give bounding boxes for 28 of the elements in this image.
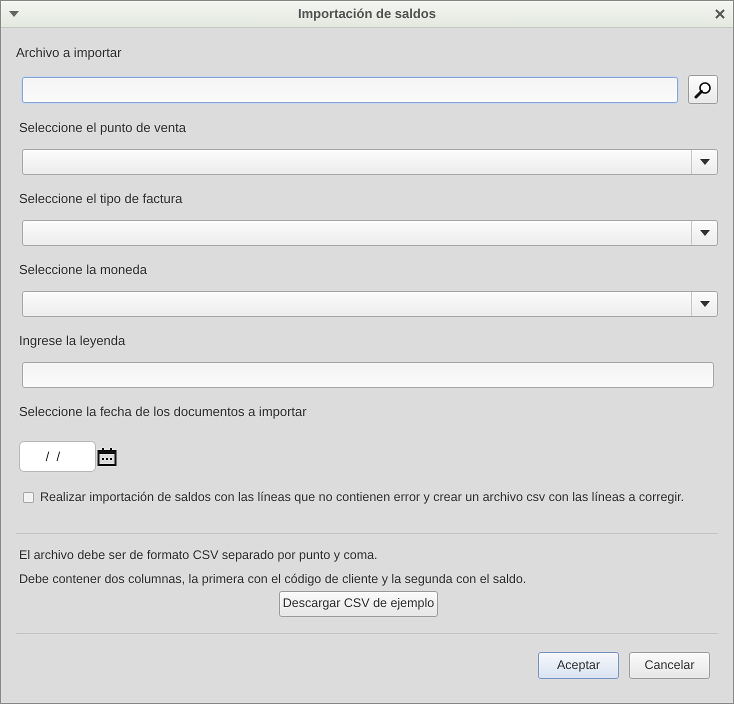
search-icon <box>694 80 712 98</box>
file-path-field[interactable] <box>22 76 678 102</box>
checkbox-label: Realizar importación de saldos con las líneas que no contienen error y crear un archivo csv con las líneas a corregir. <box>40 489 684 506</box>
window-menu-icon[interactable] <box>9 11 19 17</box>
legend-field[interactable] <box>22 362 714 388</box>
dropdown-caret-icon <box>700 159 710 165</box>
dropdown-field[interactable] <box>22 220 718 246</box>
date-field[interactable]: / / <box>20 442 95 471</box>
field-label: Archivo a importar <box>16 44 122 62</box>
field-label: Seleccione el tipo de factura <box>19 190 184 208</box>
field-label: Seleccione la fecha de los documentos a importar <box>19 403 308 421</box>
dropdown-caret-icon <box>700 230 710 236</box>
checkbox[interactable] <box>23 492 34 503</box>
search-button[interactable] <box>688 75 718 104</box>
field-label: Seleccione el punto de venta <box>19 119 187 137</box>
calendar-icon[interactable] <box>97 446 117 466</box>
info-text: El archivo debe ser de formato CSV separado por punto y coma. <box>19 546 379 564</box>
dropdown-caret-icon <box>700 301 710 307</box>
dialog-button[interactable]: Aceptar <box>538 652 619 679</box>
field-label: Ingrese la leyenda <box>19 332 126 350</box>
download-sample-button[interactable]: Descargar CSV de ejemplo <box>278 590 438 617</box>
dropdown-field[interactable] <box>22 149 718 175</box>
dropdown-field[interactable] <box>22 291 718 317</box>
close-icon[interactable] <box>715 9 725 19</box>
info-text: Debe contener dos columnas, la primera con el código de cliente y la segunda con el saldo. <box>19 570 528 588</box>
window-title: Importación de saldos <box>297 5 437 24</box>
field-label: Seleccione la moneda <box>19 261 148 279</box>
dialog-button[interactable]: Cancelar <box>629 652 710 679</box>
